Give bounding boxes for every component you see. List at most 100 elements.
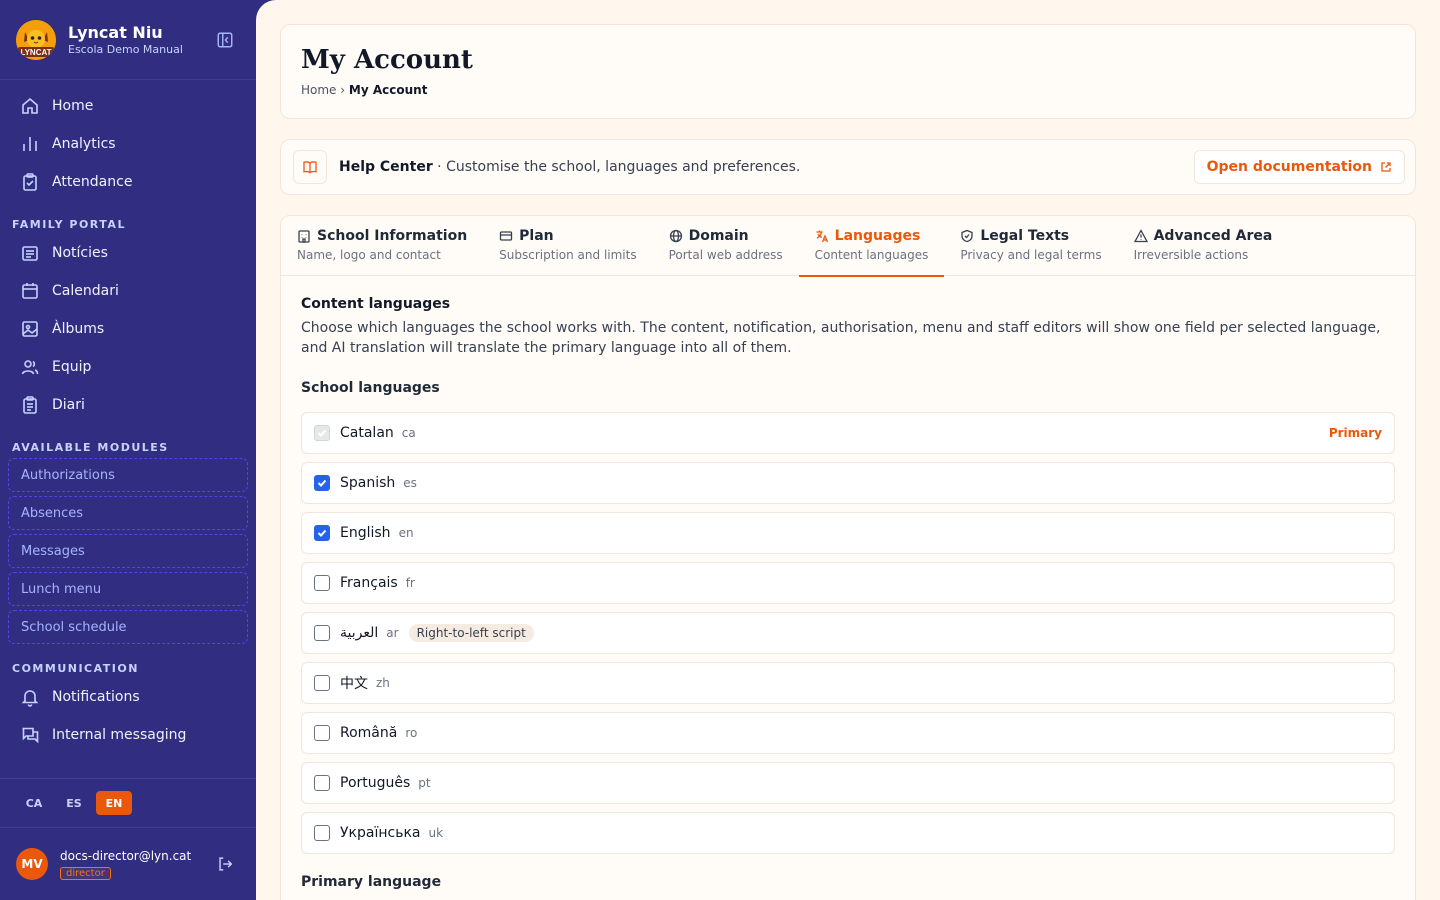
open-documentation-button[interactable]: Open documentation	[1193, 150, 1405, 184]
language-checkbox-en[interactable]	[314, 525, 330, 541]
language-checkbox-ar[interactable]	[314, 625, 330, 641]
lyncat-logo[interactable]: LYNCAT	[16, 19, 56, 60]
shield-check-icon	[961, 229, 973, 243]
language-row-uk[interactable]: Українська uk	[301, 812, 1395, 854]
settings-tabs: School Information Name, logo and contac…	[281, 216, 1415, 277]
sidebar-item-label: Àlbums	[52, 321, 105, 337]
language-en-button[interactable]: EN	[96, 791, 132, 815]
language-code: zh	[376, 676, 390, 690]
settings-card: School Information Name, logo and contac…	[280, 215, 1416, 900]
page-title: My Account	[301, 45, 473, 75]
sidebar-item-internal-messaging[interactable]: Internal messaging	[0, 717, 256, 753]
language-name: 中文	[340, 676, 368, 692]
sidebar-item-label: Diari	[52, 397, 85, 413]
tab-legal-texts[interactable]: Legal Texts Privacy and legal terms	[944, 216, 1117, 276]
module-school-schedule[interactable]: School schedule	[8, 610, 248, 644]
sidebar-item-label: Internal messaging	[52, 727, 187, 743]
module-authorizations[interactable]: Authorizations	[8, 458, 248, 492]
sidebar-item-notifications[interactable]: Notifications	[0, 679, 256, 715]
tab-label: Plan	[519, 228, 554, 244]
language-checkbox-uk[interactable]	[314, 825, 330, 841]
tab-advanced-area[interactable]: Advanced Area Irreversible actions	[1118, 216, 1289, 276]
sidebar-item-diari[interactable]: Diari	[0, 387, 256, 423]
language-ca-button[interactable]: CA	[16, 791, 52, 815]
brand-name: Lyncat Niu	[68, 22, 163, 42]
language-checkbox-ca[interactable]	[314, 425, 330, 441]
sidebar-item-albums[interactable]: Àlbums	[0, 311, 256, 347]
language-es-button[interactable]: ES	[56, 791, 92, 815]
section-family-portal: FAMILY PORTAL	[12, 218, 126, 231]
sidebar: LYNCAT Lyncat Niu Escola Demo Manual Hom…	[0, 0, 256, 900]
sidebar-item-label: Attendance	[52, 174, 133, 190]
sidebar-item-calendari[interactable]: Calendari	[0, 273, 256, 309]
language-code: fr	[405, 576, 415, 590]
language-row-ar[interactable]: العربية ar Right-to-left script	[301, 612, 1395, 654]
chat-icon	[20, 725, 40, 745]
school-languages-label: School languages	[301, 380, 440, 396]
language-name: Українська	[340, 825, 421, 841]
language-code: ca	[401, 426, 416, 440]
credit-card-icon	[500, 231, 513, 241]
module-absences[interactable]: Absences	[8, 496, 248, 530]
language-checkbox-es[interactable]	[314, 475, 330, 491]
image-icon	[20, 319, 40, 339]
sidebar-item-label: Notifications	[52, 689, 140, 705]
logout-icon[interactable]	[216, 855, 234, 873]
avatar[interactable]: MV	[16, 848, 48, 880]
language-switcher: CA ES EN	[0, 778, 256, 828]
tab-plan[interactable]: Plan Subscription and limits	[483, 216, 652, 276]
home-icon	[20, 96, 40, 116]
sidebar-item-equip[interactable]: Equip	[0, 349, 256, 385]
translate-icon	[816, 230, 828, 243]
tab-label: Advanced Area	[1153, 228, 1273, 244]
language-row-es[interactable]: Spanish es	[301, 462, 1395, 504]
help-text: Help Center · Customise the school, lang…	[339, 159, 800, 175]
breadcrumb-home[interactable]: Home	[301, 83, 336, 97]
tab-domain[interactable]: Domain Portal web address	[653, 216, 799, 276]
sidebar-item-label: Equip	[52, 359, 92, 375]
rtl-badge: Right-to-left script	[408, 624, 534, 642]
module-lunch-menu[interactable]: Lunch menu	[8, 572, 248, 606]
language-row-ca[interactable]: Catalan ca Primary	[301, 412, 1395, 454]
language-code: en	[398, 526, 414, 540]
tab-label: Domain	[688, 228, 749, 244]
page-header: My Account Home › My Account	[280, 24, 1416, 119]
sidebar-item-noticies[interactable]: Notícies	[0, 235, 256, 271]
language-row-ro[interactable]: Română ro	[301, 712, 1395, 754]
breadcrumb-current: My Account	[348, 83, 428, 97]
clipboard-check-icon	[20, 172, 40, 192]
language-checkbox-fr[interactable]	[314, 575, 330, 591]
bar-chart-icon	[20, 134, 40, 154]
tab-label: Languages	[834, 228, 921, 244]
collapse-sidebar-icon[interactable]	[216, 31, 234, 49]
user-email: docs-director@lyn.cat	[60, 848, 192, 863]
language-checkbox-pt[interactable]	[314, 775, 330, 791]
language-name: Română	[340, 725, 398, 741]
tab-subtitle: Name, logo and contact	[297, 248, 441, 262]
language-code: ar	[386, 626, 399, 640]
newspaper-icon	[20, 243, 40, 263]
language-row-pt[interactable]: Português pt	[301, 762, 1395, 804]
users-icon	[20, 357, 40, 377]
module-messages[interactable]: Messages	[8, 534, 248, 568]
language-checkbox-zh[interactable]	[314, 675, 330, 691]
breadcrumb-separator: ›	[340, 83, 346, 97]
sidebar-item-home[interactable]: Home	[0, 88, 256, 124]
language-checkbox-ro[interactable]	[314, 725, 330, 741]
sidebar-nav: Home Analytics Attendance FAMILY PORTAL …	[0, 86, 256, 776]
language-row-en[interactable]: English en	[301, 512, 1395, 554]
language-code: uk	[428, 826, 444, 840]
sidebar-item-attendance[interactable]: Attendance	[0, 164, 256, 200]
sidebar-item-label: Notícies	[52, 245, 108, 261]
breadcrumb: Home › My Account	[301, 83, 1395, 97]
tab-school-information[interactable]: School Information Name, logo and contac…	[281, 216, 483, 276]
tab-subtitle: Subscription and limits	[499, 248, 637, 262]
external-link-icon	[1381, 162, 1391, 172]
tab-label: School Information	[317, 228, 468, 244]
sidebar-item-analytics[interactable]: Analytics	[0, 126, 256, 162]
sidebar-item-label: Calendari	[52, 283, 119, 299]
building-icon	[298, 230, 310, 243]
language-row-fr[interactable]: Français fr	[301, 562, 1395, 604]
language-row-zh[interactable]: 中文 zh	[301, 662, 1395, 704]
tab-languages[interactable]: Languages Content languages	[798, 216, 945, 277]
